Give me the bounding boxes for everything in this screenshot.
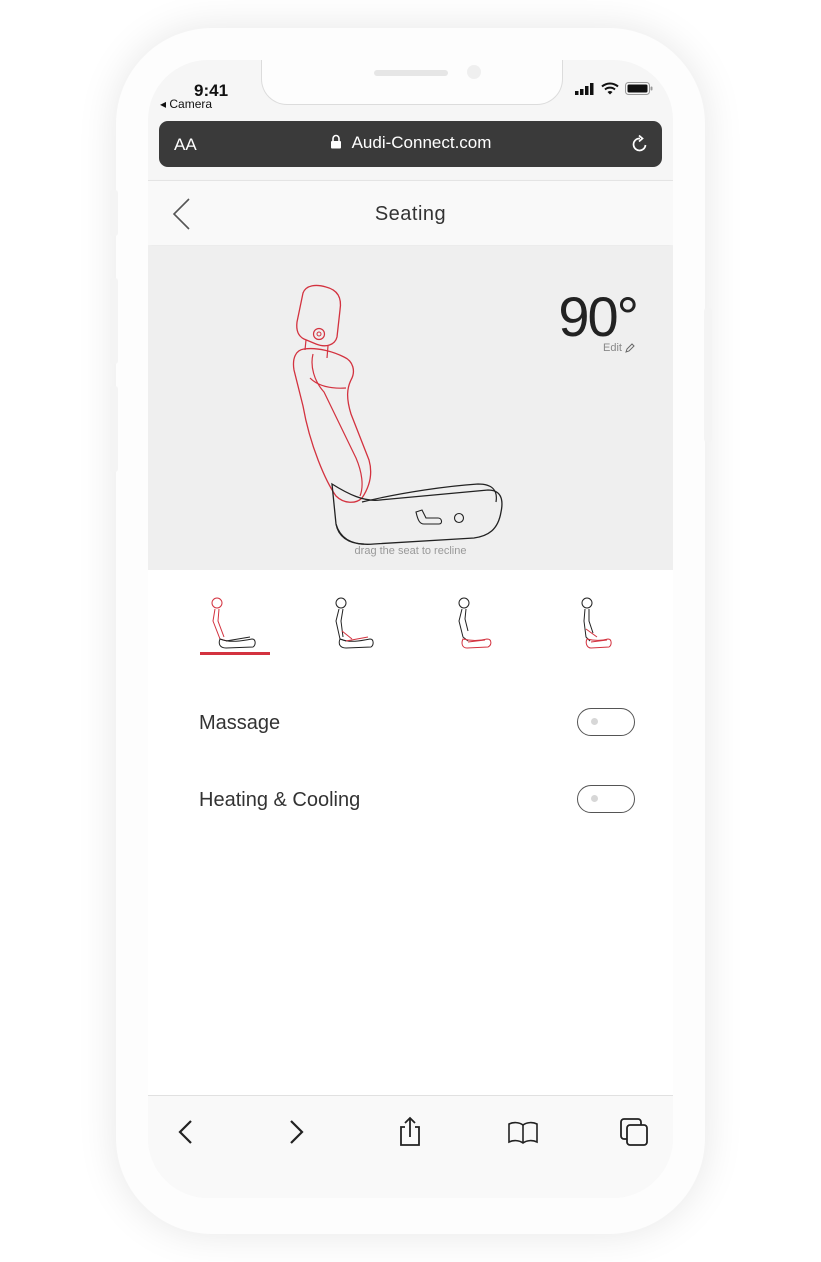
seat-preset-1[interactable] (200, 595, 270, 667)
reload-icon[interactable] (630, 134, 650, 154)
seat-preset-4[interactable] (553, 595, 623, 667)
edit-angle-button[interactable]: Edit (603, 342, 635, 354)
battery-icon (625, 82, 653, 95)
drag-hint: drag the seat to recline (354, 545, 467, 557)
speaker (374, 70, 448, 76)
toggle-knob (591, 795, 598, 802)
toggle-knob (591, 718, 598, 725)
power-button (704, 308, 712, 442)
seat-preset-3[interactable] (435, 595, 505, 667)
chevron-left-icon[interactable] (168, 1114, 204, 1150)
selected-preset-indicator (200, 652, 270, 655)
seat-preset-2[interactable] (318, 595, 388, 667)
status-icons (575, 82, 653, 95)
bookmarks-icon[interactable] (505, 1114, 541, 1150)
tabs-icon[interactable] (616, 1114, 652, 1150)
heating-cooling-toggle[interactable] (577, 785, 635, 813)
volume-down-button (110, 386, 118, 472)
app-header: Seating (148, 180, 673, 245)
back-to-app-link[interactable]: ◂ Camera (160, 97, 212, 111)
share-icon[interactable] (392, 1114, 428, 1150)
massage-label: Massage (199, 712, 281, 734)
massage-toggle[interactable] (577, 708, 635, 736)
edit-label: Edit (603, 342, 622, 354)
phone-screen: 9:41 ◂ Camera AA Audi-Connect.com Seatin… (148, 60, 673, 1198)
lock-icon (330, 134, 341, 149)
pencil-icon (625, 343, 635, 353)
recline-angle-value: 90° (558, 285, 639, 348)
volume-up-button (110, 278, 118, 364)
notch (261, 60, 563, 105)
address-bar[interactable]: AA Audi-Connect.com (159, 121, 662, 167)
chevron-right-icon[interactable] (278, 1114, 314, 1150)
page-title: Seating (374, 203, 447, 225)
cellular-signal-icon (575, 82, 594, 95)
silent-switch (110, 190, 118, 236)
browser-toolbar (148, 1095, 673, 1198)
front-camera (467, 65, 481, 79)
url-text: Audi-Connect.com (351, 133, 492, 152)
heating-cooling-label: Heating & Cooling (199, 789, 361, 811)
seat-recline-area[interactable]: 90° Edit drag the seat to recline (148, 246, 673, 570)
wifi-icon (601, 82, 619, 95)
seat-options-panel (148, 570, 673, 1095)
url-display[interactable]: Audi-Connect.com (159, 133, 662, 153)
